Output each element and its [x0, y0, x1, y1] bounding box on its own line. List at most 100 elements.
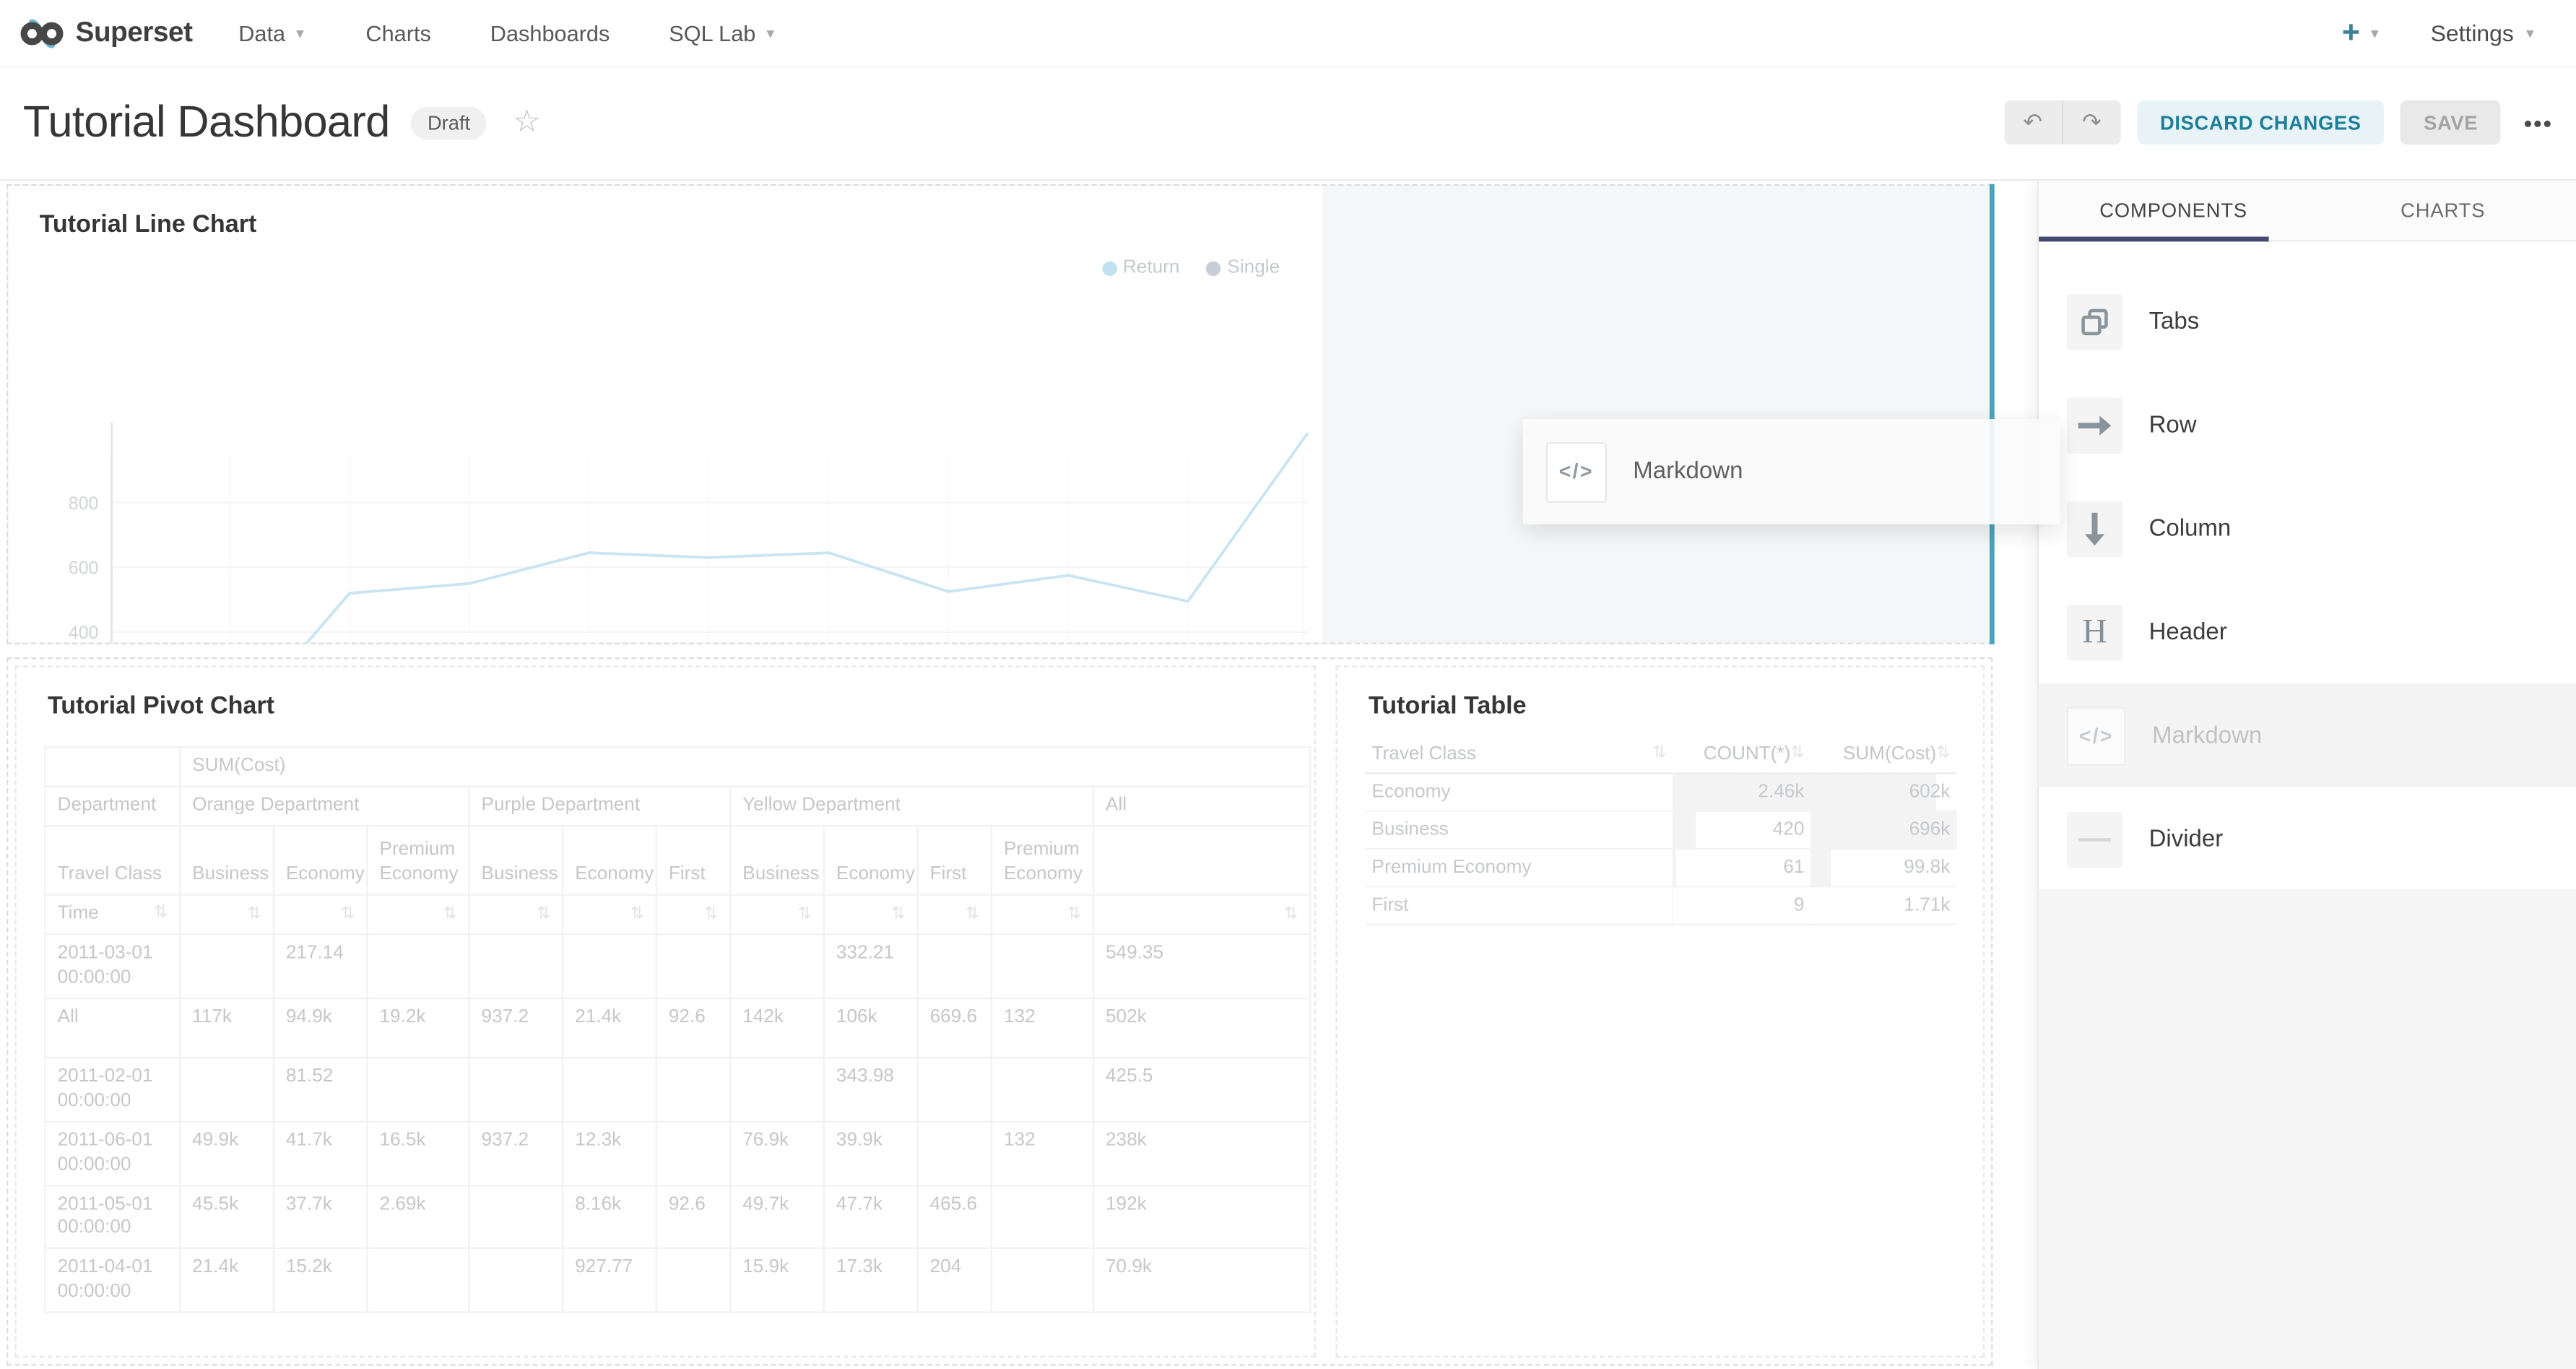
cell-value: 2.46k — [1673, 773, 1810, 811]
header-actions: ↶ ↷ DISCARD CHANGES SAVE ••• — [2004, 100, 2553, 144]
pivot-value-cell: 142k — [730, 998, 824, 1057]
component-item-header[interactable]: HHeader — [2039, 580, 2576, 683]
infinity-logo-icon — [19, 11, 64, 55]
row-empty-area[interactable] — [1322, 186, 1991, 642]
favorite-star-icon[interactable]: ☆ — [513, 103, 541, 141]
sort-icon: ⇅ — [1652, 745, 1666, 763]
legend-item-return[interactable]: Return — [1101, 258, 1179, 277]
pivot-value-cell — [918, 1121, 992, 1185]
cell-value: 61 — [1673, 849, 1810, 886]
pivot-sort-cell[interactable]: ⇅ — [1093, 895, 1310, 934]
settings-menu[interactable]: Settings ▼ — [2431, 20, 2537, 46]
sort-icon: ⇅ — [966, 904, 979, 925]
redo-button[interactable]: ↷ — [2063, 100, 2121, 144]
pivot-sort-cell[interactable]: ⇅ — [730, 895, 824, 934]
pivot-class-cell: Economy — [563, 826, 656, 895]
pivot-value-cell — [367, 934, 469, 998]
pivot-value-cell: 132 — [992, 1121, 1093, 1185]
table-chart-card[interactable]: Tutorial Table Travel Class ⇅COUNT(*) ⇅S… — [1335, 665, 1985, 1357]
table-row: Premium Economy6199.8k — [1365, 849, 1956, 886]
pivot-value-cell: 669.6 — [918, 998, 992, 1057]
new-item-button[interactable]: + ▼ — [2342, 17, 2382, 48]
pivot-sort-cell[interactable]: ⇅ — [180, 895, 274, 934]
superset-logo[interactable]: Superset — [19, 11, 192, 55]
component-item-row[interactable]: Row — [2039, 373, 2576, 476]
pivot-value-cell — [656, 1121, 730, 1185]
drag-ghost-label: Markdown — [1633, 459, 1743, 485]
pivot-value-cell: 132 — [992, 998, 1093, 1057]
component-item-divider[interactable]: Divider — [2039, 787, 2576, 891]
pivot-sort-cell[interactable]: ⇅ — [274, 895, 368, 934]
column-header-count-[interactable]: COUNT(*) ⇅ — [1673, 736, 1810, 773]
pivot-value-cell: 502k — [1093, 998, 1310, 1057]
pivot-class-cell-all — [1093, 826, 1310, 895]
save-button[interactable]: SAVE — [2401, 100, 2501, 144]
pivot-class-cell: Economy — [824, 826, 918, 895]
pivot-value-cell — [469, 1185, 563, 1248]
pivot-value-cell: 92.6 — [656, 1185, 730, 1248]
pivot-value-cell — [918, 934, 992, 998]
column-header-sum-cost-[interactable]: SUM(Cost) ⇅ — [1811, 736, 1957, 773]
pivot-chart-card[interactable]: Tutorial Pivot Chart SUM(Cost)Department… — [14, 665, 1316, 1357]
legend-item-single[interactable]: Single — [1206, 258, 1280, 277]
pivot-department-label: Department — [45, 787, 181, 826]
pivot-sort-cell[interactable]: ⇅ — [656, 895, 730, 934]
pivot-sort-cell[interactable]: ⇅ — [824, 895, 918, 934]
line-chart-card[interactable]: Tutorial Line Chart ReturnSingle Februar… — [8, 186, 1322, 642]
sort-icon: ⇅ — [1790, 745, 1804, 763]
pivot-value-cell: 238k — [1093, 1121, 1310, 1185]
more-options-button[interactable]: ••• — [2524, 109, 2553, 135]
chart-legend: Return Single — [1101, 258, 1280, 277]
pivot-value-cell: 117k — [180, 998, 274, 1057]
svg-text:800: 800 — [69, 493, 99, 514]
pivot-value-cell — [730, 934, 824, 998]
drag-ghost-markdown: </> Markdown — [1523, 419, 2060, 524]
pivot-group-all: All — [1093, 787, 1310, 826]
pivot-sort-cell[interactable]: ⇅ — [563, 895, 656, 934]
column-header-travel-class[interactable]: Travel Class ⇅ — [1365, 736, 1673, 773]
tab-charts[interactable]: CHARTS — [2308, 181, 2576, 240]
table-row: Business420696k — [1365, 811, 1956, 849]
chevron-down-icon: ▼ — [2523, 25, 2536, 40]
sort-icon: ⇅ — [630, 904, 644, 925]
undo-button[interactable]: ↶ — [2004, 100, 2063, 144]
pivot-value-cell — [180, 1057, 274, 1120]
markdown-icon: </> — [2067, 706, 2126, 765]
nav-item-sql-lab[interactable]: SQL Lab▼ — [669, 20, 777, 45]
pivot-value-cell: 47.7k — [824, 1185, 918, 1248]
cell-value: 696k — [1811, 811, 1957, 849]
pivot-group-purple-department: Purple Department — [469, 787, 730, 826]
pivot-value-cell: 81.52 — [274, 1057, 368, 1120]
builder-panel-tabs: COMPONENTS CHARTS — [2039, 181, 2576, 241]
pivot-time-header[interactable]: Time⇅ — [45, 895, 181, 934]
pivot-row-time: 2011-05-01 00:00:00 — [45, 1185, 181, 1248]
column-header-label: SUM(Cost) — [1843, 745, 1936, 764]
pivot-sort-cell[interactable]: ⇅ — [918, 895, 992, 934]
pivot-class-cell: Business — [469, 826, 563, 895]
pivot-value-cell: 549.35 — [1093, 934, 1310, 998]
nav-item-data[interactable]: Data▼ — [238, 20, 306, 45]
component-item-column[interactable]: Column — [2039, 477, 2576, 580]
nav-item-dashboards[interactable]: Dashboards — [490, 20, 610, 45]
pivot-class-cell: First — [918, 826, 992, 895]
settings-label: Settings — [2431, 20, 2514, 46]
chevron-down-icon: ▼ — [764, 25, 777, 40]
line-chart-plot: FebruaryMarchAprilMayJuneJulyAugustSepte… — [8, 419, 1322, 642]
cell-travel-class: Economy — [1365, 773, 1673, 811]
pivot-value-cell: 49.9k — [180, 1121, 274, 1185]
pivot-value-cell: 92.6 — [656, 998, 730, 1057]
nav-item-charts[interactable]: Charts — [365, 20, 430, 45]
pivot-value-cell — [656, 934, 730, 998]
tab-components[interactable]: COMPONENTS — [2039, 181, 2308, 240]
component-item-tabs[interactable]: Tabs — [2039, 269, 2576, 373]
pivot-value-cell — [469, 934, 563, 998]
pivot-value-cell: 37.7k — [274, 1185, 368, 1248]
pivot-sort-cell[interactable]: ⇅ — [367, 895, 469, 934]
cell-value: 602k — [1811, 773, 1957, 811]
pivot-sort-cell[interactable]: ⇅ — [992, 895, 1093, 934]
pivot-sort-cell[interactable]: ⇅ — [469, 895, 563, 934]
component-item-markdown[interactable]: </>Markdown — [2039, 683, 2576, 787]
discard-changes-button[interactable]: DISCARD CHANGES — [2137, 100, 2384, 144]
pivot-value-cell — [992, 1185, 1093, 1248]
cell-value: 9 — [1673, 886, 1810, 924]
